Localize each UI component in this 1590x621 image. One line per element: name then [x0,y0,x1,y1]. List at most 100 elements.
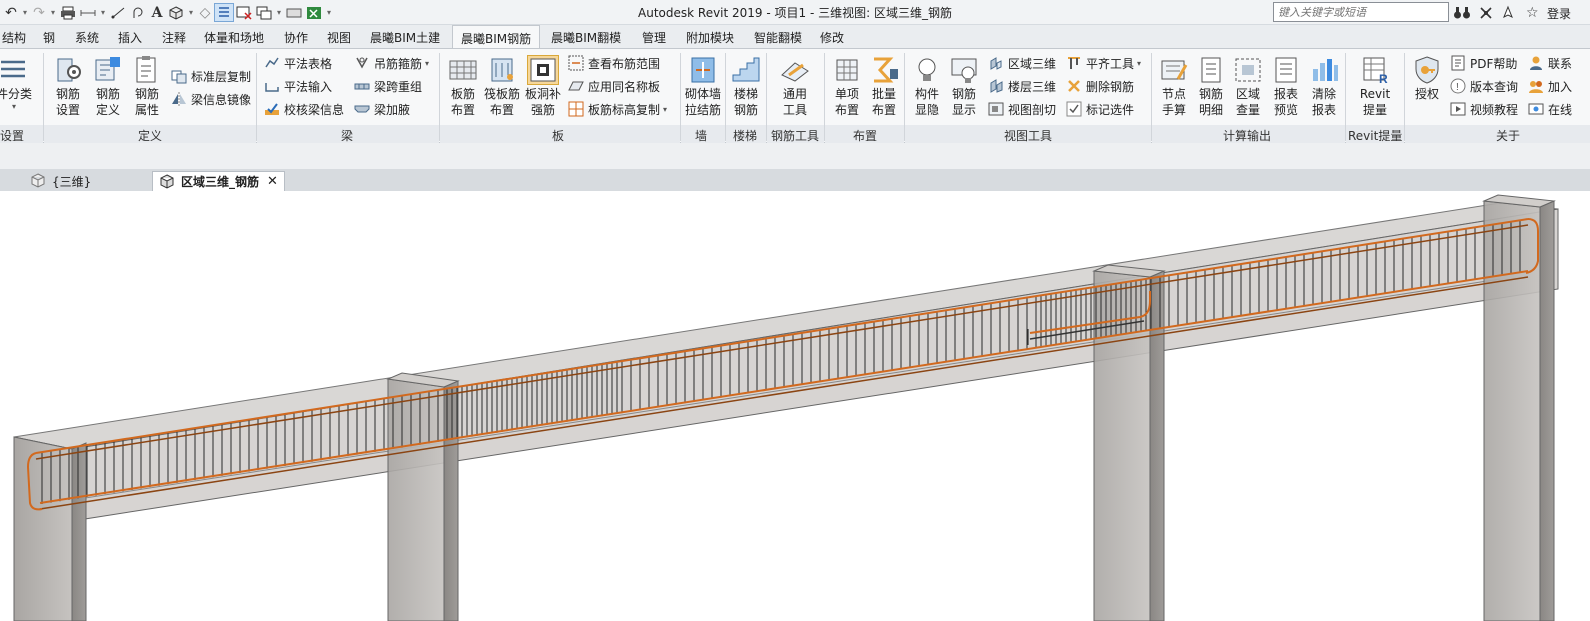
delete-rebar-button[interactable]: 删除钢筋 [1066,76,1134,96]
general-tools-button[interactable]: 通用 工具 [773,53,817,123]
flat-method-table-button[interactable]: 平法表格 [264,53,332,73]
switch-windows-dropdown-icon[interactable]: ▾ [274,3,284,22]
print-icon[interactable] [58,3,78,22]
pdf-help-button[interactable]: PDF帮助 [1450,53,1517,73]
subscription-center-icon[interactable] [1478,3,1494,22]
communication-center-icon[interactable] [1500,3,1516,22]
redo-dropdown-icon[interactable]: ▾ [48,3,58,22]
beam-info-mirror-button[interactable]: 梁信息镜像 [171,89,251,109]
check-beam-info-button[interactable]: 校核梁信息 [264,99,344,119]
rebar-display-button[interactable]: 钢筋 显示 [942,53,986,123]
thin-lines-icon[interactable] [214,3,234,22]
tab-massing-site[interactable]: 体量和场地 [204,29,264,46]
region-3d-button[interactable]: 区域三维 [988,53,1056,73]
masonry-wall-tie-button[interactable]: 砌体墙 拉结筋 [681,53,725,123]
raft-rebar-layout-button[interactable]: 筏板筋 布置 [480,53,524,123]
stair-icon [730,55,762,85]
redo-icon[interactable]: ↷ [30,3,48,22]
tab-addins[interactable]: 附加模块 [686,29,734,46]
masonry-tie-icon [687,55,719,85]
bulb-icon [911,55,943,85]
3d-viewport[interactable] [0,191,1590,621]
close-hidden-windows-icon[interactable] [234,3,254,22]
svg-text:!: ! [1456,82,1459,93]
rebar-model-drawing [13,194,1559,621]
slab-rebar-layout-label: 板筋 布置 [450,87,475,117]
tab-structure[interactable]: 结构 [2,29,26,46]
tab-view[interactable]: 视图 [327,29,351,46]
measure-dropdown-icon[interactable]: ▾ [98,3,108,22]
slab-rebar-elevation-copy-button[interactable]: 板筋标高复制 ▾ [568,99,667,119]
region-quantity-icon [1232,55,1264,85]
tab-smart-model[interactable]: 智能翻模 [754,29,802,46]
general-tools-label: 通用 工具 [782,87,807,117]
undo-icon[interactable]: ↶ [2,3,20,22]
region-3d-icon [988,55,1004,71]
tab-systems[interactable]: 系统 [75,29,99,46]
rebar-settings-button[interactable]: 钢筋 设置 [46,53,90,123]
rebar-define-button[interactable]: 钢筋 定义 [86,53,130,123]
3d-view-dropdown-icon[interactable]: ▾ [186,3,196,22]
window-layout-icon[interactable] [284,3,304,22]
floor-3d-button[interactable]: 楼层三维 [988,76,1056,96]
section-icon[interactable]: ◇ [196,3,214,22]
join-button[interactable]: 加入 [1528,76,1572,96]
aligned-dimension-icon[interactable] [108,3,128,22]
revit-quantity-label: Revit 提量 [1359,87,1391,117]
switch-windows-icon[interactable] [254,3,274,22]
hanging-stirrup-button[interactable]: 吊筋箍筋 ▾ [354,53,429,73]
delete-rebar-icon [1066,78,1082,94]
rebar-properties-button[interactable]: 钢筋 属性 [125,53,169,123]
default-3d-view-icon[interactable] [166,3,186,22]
measure-icon[interactable] [78,3,98,22]
customize-qat-dropdown-icon[interactable]: ▾ [324,3,334,22]
tab-collaborate[interactable]: 协作 [284,29,308,46]
search-input[interactable] [1273,2,1449,22]
align-tool-button[interactable]: 平齐工具 ▾ [1066,53,1141,73]
item-classify-label: 件分类 [0,87,32,101]
standard-floor-copy-label: 标准层复制 [191,69,252,84]
tab-manage[interactable]: 管理 [642,29,666,46]
single-layout-icon [831,55,863,85]
version-query-button[interactable]: ! 版本查询 [1450,76,1518,96]
doc-tab-region-3d-rebar[interactable]: 区域三维_钢筋 ✕ [152,171,285,191]
tag-icon[interactable] [128,3,148,22]
batch-layout-button[interactable]: 批量 布置 [862,53,906,123]
tab-insert[interactable]: 插入 [118,29,142,46]
rebar-display-label: 钢筋 显示 [951,87,976,117]
doc-tab-3d[interactable]: {三维} [30,171,91,191]
revit-quantity-button[interactable]: R Revit 提量 [1353,53,1397,123]
masonry-wall-tie-label: 砌体墙 拉结筋 [684,87,721,117]
tab-chenxi-civil[interactable]: 晨曦BIM土建 [370,29,440,46]
beam-span-regroup-button[interactable]: 梁跨重组 [354,76,422,96]
online-button[interactable]: 在线 [1528,99,1572,119]
stair-rebar-button[interactable]: 楼梯 钢筋 [724,53,768,123]
apply-same-name-slab-button[interactable]: 应用同名称板 [568,76,660,96]
tab-steel[interactable]: 钢 [43,29,55,46]
view-rebar-range-button[interactable]: 查看布筋范围 [568,53,660,73]
slab-opening-rebar-button[interactable]: 板洞补 强筋 [521,53,565,123]
undo-dropdown-icon[interactable]: ▾ [20,3,30,22]
video-tutorial-button[interactable]: 视频教程 [1450,99,1518,119]
binoculars-icon[interactable] [1453,3,1471,22]
beam-haunch-button[interactable]: 梁加腋 [354,99,410,119]
item-classify-button[interactable]: 件分类 ▾ [0,53,40,123]
tab-modify[interactable]: 修改 [820,29,844,46]
excel-export-icon[interactable] [304,3,324,22]
close-icon[interactable]: ✕ [267,174,278,189]
authorize-button[interactable]: 授权 [1405,53,1449,123]
tab-chenxi-rebar[interactable]: 晨曦BIM钢筋 [452,25,541,50]
tab-annotate[interactable]: 注释 [162,29,186,46]
flat-method-input-button[interactable]: 平法输入 [264,76,332,96]
text-icon[interactable]: A [148,3,166,22]
document-tab-area [0,143,1590,169]
login-link[interactable]: 登录 [1547,5,1571,22]
favorites-star-icon[interactable]: ☆ [1526,3,1539,22]
tab-chenxi-model[interactable]: 晨曦BIM翻模 [551,29,621,46]
clear-report-button[interactable]: 清除 报表 [1302,53,1346,123]
slab-rebar-layout-button[interactable]: 板筋 布置 [441,53,485,123]
mark-select-button[interactable]: 标记选件 [1066,99,1134,119]
contact-button[interactable]: 联系 [1528,53,1572,73]
standard-floor-copy-button[interactable]: 标准层复制 [171,66,251,86]
view-section-button[interactable]: 视图剖切 [988,99,1056,119]
